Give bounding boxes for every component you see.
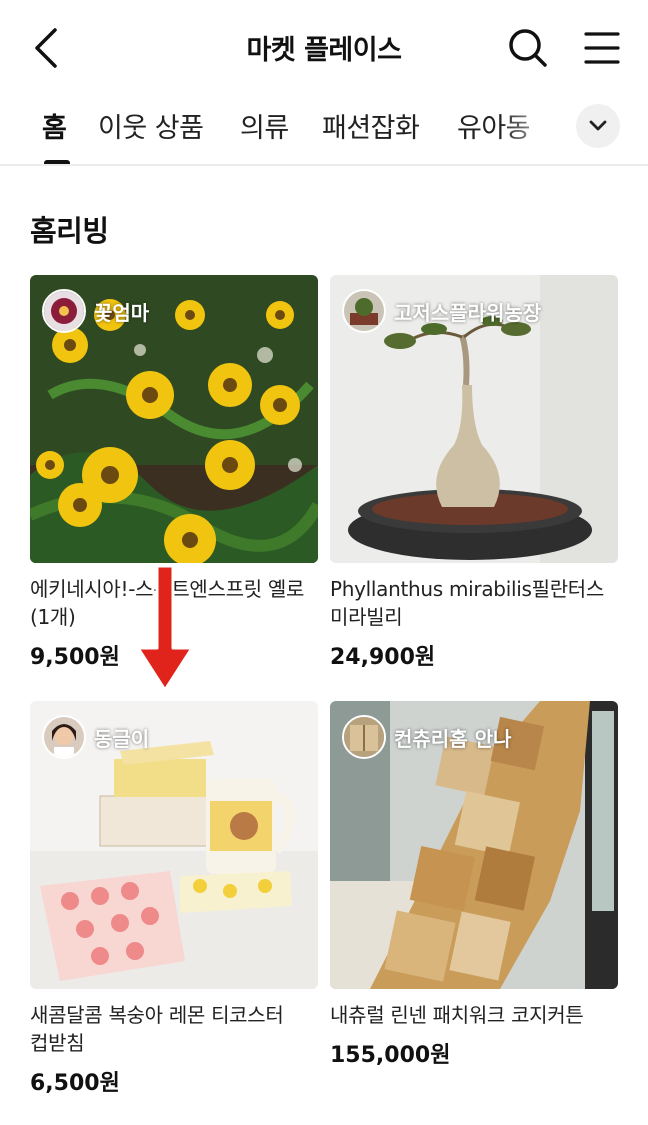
product-card[interactable]: 고저스플라워농장 Phyllanthus mirabilis필란터스 미라빌리 … (330, 275, 618, 671)
product-image: 동글이 (30, 701, 318, 989)
chevron-down-icon (589, 120, 607, 131)
avatar (342, 289, 386, 333)
avatar (42, 289, 86, 333)
product-image: 컨츄리홈 안나 (330, 701, 618, 989)
tabs-expand-button[interactable] (576, 104, 620, 148)
tab-neighbor-products[interactable]: 이웃 상품 (98, 106, 204, 145)
product-card[interactable]: 컨츄리홈 안나 내츄럴 린넨 패치워크 코지커튼 155,000원 (330, 701, 618, 1069)
product-price: 6,500원 (30, 1071, 120, 1096)
category-tabs: 홈 이웃 상품 의류 패션잡화 유아동 (0, 96, 648, 166)
search-button[interactable] (504, 24, 552, 72)
seller-info: 고저스플라워농장 (342, 289, 541, 333)
product-image: 꽃엄마 (30, 275, 318, 563)
seller-info: 동글이 (42, 715, 149, 759)
tab-clothing[interactable]: 의류 (240, 106, 289, 145)
seller-name: 고저스플라워농장 (394, 300, 542, 325)
hamburger-menu-icon (584, 32, 620, 64)
seller-name: 컨츄리홈 안나 (394, 726, 512, 751)
product-name: 새콤달콤 복숭아 레몬 티코스터 컵받침 (30, 1003, 284, 1055)
top-bar: 마켓 플레이스 (0, 0, 648, 96)
seller-info: 꽃엄마 (42, 289, 149, 333)
product-price: 24,900원 (330, 645, 436, 670)
product-name: Phyllanthus mirabilis필란터스 미라빌리 (330, 577, 604, 629)
product-image: 고저스플라워농장 (330, 275, 618, 563)
menu-button[interactable] (578, 24, 626, 72)
avatar (42, 715, 86, 759)
product-name: 내츄럴 린넨 패치워크 코지커튼 (330, 1003, 584, 1027)
product-price: 155,000원 (330, 1043, 451, 1068)
avatar (342, 715, 386, 759)
active-tab-indicator (44, 160, 70, 164)
product-price: 9,500원 (30, 645, 120, 670)
chevron-left-icon (35, 28, 57, 68)
product-card[interactable]: 꽃엄마 에키네시아!-스위트엔스프릿 옐로(1개) 9,500원 (30, 275, 318, 671)
search-icon (509, 29, 547, 67)
product-name: 에키네시아!-스위트엔스프릿 옐로(1개) (30, 577, 305, 629)
tab-fashion-accessories[interactable]: 패션잡화 (322, 106, 420, 145)
tab-home[interactable]: 홈 (42, 106, 67, 145)
tab-kids[interactable]: 유아동 (457, 106, 531, 145)
section-title: 홈리빙 (30, 214, 109, 248)
seller-info: 컨츄리홈 안나 (342, 715, 511, 759)
seller-name: 꽃엄마 (94, 300, 150, 325)
product-card[interactable]: 동글이 새콤달콤 복숭아 레몬 티코스터 컵받침 6,500원 (30, 701, 318, 1097)
seller-name: 동글이 (94, 726, 150, 751)
back-button[interactable] (24, 24, 68, 72)
